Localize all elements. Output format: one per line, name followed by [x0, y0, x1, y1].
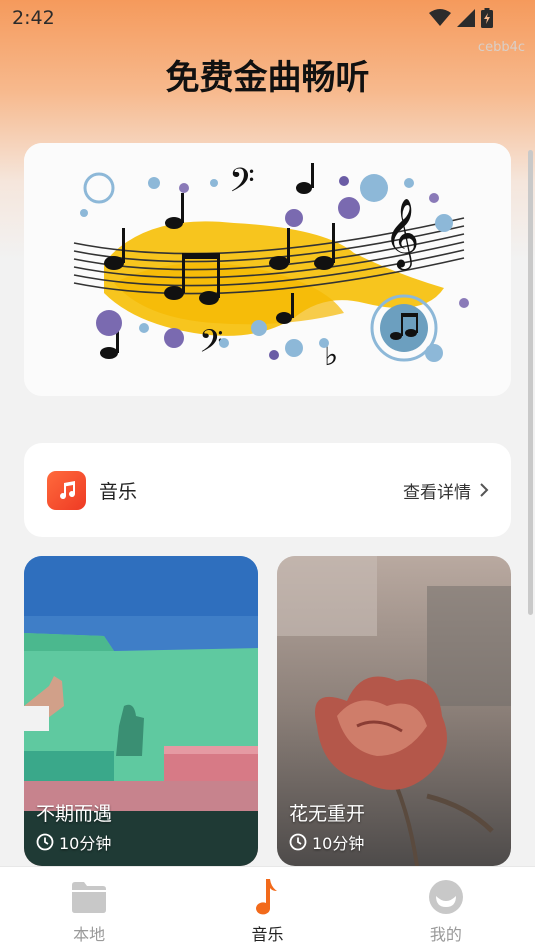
clock-icon	[289, 833, 307, 851]
song-title: 花无重开	[289, 803, 366, 825]
signal-icon	[457, 9, 475, 27]
song-card[interactable]: 花无重开 10分钟	[277, 556, 511, 866]
status-icons	[429, 8, 493, 28]
clock-icon	[36, 833, 54, 851]
bottom-tab-bar: 本地 音乐 我的	[0, 866, 535, 951]
song-duration: 10分钟	[36, 830, 111, 854]
status-time: 2:42	[12, 7, 55, 29]
banner-image[interactable]: 𝄢 𝄢 𝄞 ♭	[24, 143, 511, 396]
tab-local[interactable]: 本地	[0, 867, 178, 951]
scrollbar[interactable]	[528, 150, 533, 615]
music-notes-illustration: 𝄢 𝄢 𝄞 ♭	[24, 143, 511, 396]
song-duration-label: 10分钟	[59, 834, 112, 853]
song-duration-label: 10分钟	[312, 834, 365, 853]
wifi-icon	[429, 9, 451, 26]
tab-profile[interactable]: 我的	[357, 867, 535, 951]
battery-icon	[481, 8, 493, 28]
view-details-label: 查看详情	[403, 482, 471, 503]
svg-text:𝄞: 𝄞	[384, 198, 419, 270]
page-title: 免费金曲畅听	[165, 58, 370, 98]
folder-icon	[71, 879, 107, 915]
tab-label: 我的	[429, 925, 462, 944]
music-app-icon	[47, 470, 86, 510]
music-note-icon	[249, 879, 285, 915]
song-duration: 10分钟	[289, 830, 364, 854]
song-card[interactable]: 不期而遇 10分钟	[24, 556, 258, 866]
song-title: 不期而遇	[36, 803, 113, 825]
view-details-link[interactable]: 查看详情	[403, 478, 489, 503]
chevron-right-icon	[480, 483, 489, 497]
music-entry-card[interactable]: 音乐 查看详情	[24, 443, 511, 537]
tab-label: 音乐	[251, 925, 284, 944]
profile-icon	[428, 879, 464, 915]
svg-text:𝄢: 𝄢	[229, 162, 255, 208]
song-card-grid: 不期而遇 10分钟 花无重开 10分钟	[24, 556, 511, 866]
music-entry-label: 音乐	[99, 480, 138, 503]
status-bar: 2:42	[0, 0, 535, 36]
tab-music[interactable]: 音乐	[178, 867, 356, 951]
tab-label: 本地	[73, 925, 106, 944]
